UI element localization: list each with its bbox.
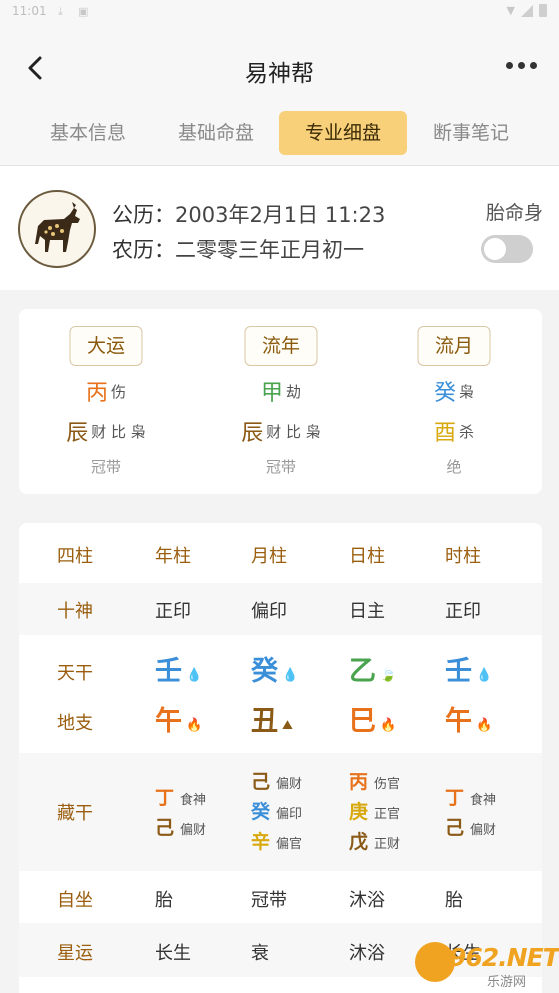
- stems-branches-block: 天干 壬 💧 癸 💧 乙 🍃 壬 💧 地支 午 🔥 丑 ⛰ 巳 🔥 午 🔥: [19, 635, 542, 753]
- stem-cell: 壬 💧: [445, 656, 493, 687]
- header-cell: 日柱: [349, 546, 385, 567]
- solar-date-row: 公历：2003年2月1日 11:23: [112, 199, 385, 229]
- water-drop-icon: 💧: [476, 668, 493, 683]
- row-label: 地支: [57, 713, 93, 734]
- luck-branch-gods: 财 比 枭: [91, 422, 146, 441]
- stem-cell: 癸 💧: [251, 656, 299, 687]
- watermark-brand: 962.NET: [449, 943, 559, 972]
- luck-stage: 冠带: [90, 458, 121, 476]
- lunar-label: 农历：: [112, 238, 175, 262]
- flame-icon: 🔥: [186, 718, 203, 733]
- luck-branch-gods: 财 比 枭: [266, 422, 321, 441]
- header-cell: 月柱: [251, 546, 287, 567]
- luck-stem-god: 枭: [459, 382, 475, 401]
- stem-cell: 壬 💧: [155, 656, 203, 687]
- four-pillars-table: 四柱 年柱 月柱 日柱 时柱 十神 正印 偏印 日主 正印 天干 壬 💧 癸 💧 乙…: [19, 523, 542, 993]
- branch-cell: 午 🔥: [445, 706, 493, 737]
- tab-bar: 基本信息 基础命盘 专业细盘 断事笔记: [24, 110, 544, 156]
- branch-cell: 丑 ⛰: [251, 706, 293, 737]
- branch-cell: 午 🔥: [155, 706, 203, 737]
- luck-stem-god: 伤: [111, 382, 127, 401]
- ten-god-cell: 正印: [445, 601, 481, 622]
- row-label: 自坐: [57, 890, 93, 911]
- wifi-icon: ▼: [506, 4, 515, 17]
- lunar-date-row: 农历：二零零三年正月初一: [112, 234, 364, 264]
- lunar-date: 二零零三年正月初一: [175, 238, 364, 262]
- luck-stem: 癸: [433, 381, 456, 406]
- ten-gods-row: 十神 正印 偏印 日主 正印: [19, 583, 542, 635]
- hidden-cell: 丁食神 己偏财: [155, 787, 207, 839]
- self-seat-cell: 冠带: [251, 890, 287, 911]
- battery-icon: [539, 4, 547, 17]
- download-icon: ⤓: [58, 5, 63, 18]
- status-time: 11:01: [12, 4, 47, 18]
- luck-branch: 酉: [433, 421, 456, 446]
- profile-card: 公历：2003年2月1日 11:23 农历：二零零三年正月初一 胎命身: [0, 166, 559, 290]
- solar-date: 2003年2月1日 11:23: [175, 203, 386, 227]
- row-label: 星运: [57, 943, 93, 964]
- water-drop-icon: 💧: [282, 668, 299, 683]
- ten-god-cell: 正印: [155, 601, 191, 622]
- app-header: 易神帮 基本信息 基础命盘 专业细盘 断事笔记: [0, 24, 559, 166]
- header-cell: 时柱: [445, 546, 481, 567]
- row-label: 天干: [57, 663, 93, 684]
- star-luck-cell: 长生: [155, 943, 191, 964]
- ten-god-cell: 偏印: [251, 601, 287, 622]
- flame-icon: 🔥: [476, 718, 493, 733]
- goat-icon: [18, 190, 96, 268]
- self-seat-cell: 胎: [155, 890, 173, 911]
- self-seat-cell: 胎: [445, 890, 463, 911]
- row-label: 十神: [57, 601, 93, 622]
- header-cell: 年柱: [155, 546, 191, 567]
- pillars-header-row: 四柱 年柱 月柱 日柱 时柱: [19, 523, 542, 583]
- decade-luck-button[interactable]: 大运: [69, 326, 143, 366]
- luck-stage: 绝: [446, 458, 462, 476]
- hidden-cell: 丙伤官 庚正官 戊正财: [349, 771, 401, 853]
- water-drop-icon: 💧: [186, 668, 203, 683]
- luck-panel: 大运 丙伤 辰财 比 枭 冠带 流年 甲劫 辰财 比 枭 冠带 流月 癸枭 酉杀…: [19, 309, 542, 494]
- tab-detailed-chart[interactable]: 专业细盘: [279, 111, 407, 155]
- luck-stem-god: 劫: [286, 382, 302, 401]
- mountain-icon: ⛰: [282, 718, 293, 733]
- month-luck-button[interactable]: 流月: [417, 326, 491, 366]
- header-cell: 四柱: [57, 546, 93, 567]
- stem-cell: 乙 🍃: [349, 656, 397, 687]
- luck-stage: 冠带: [265, 458, 296, 476]
- signal-icon: [521, 4, 533, 17]
- tab-basic-info[interactable]: 基本信息: [24, 111, 152, 155]
- status-bar: 11:01 ⤓ ▣ ▼: [0, 0, 559, 24]
- ten-god-cell: 日主: [349, 601, 385, 622]
- year-luck-button[interactable]: 流年: [244, 326, 318, 366]
- branch-cell: 巳 🔥: [349, 706, 397, 737]
- site-watermark: 962.NET 乐游网: [415, 940, 559, 990]
- tab-basic-chart[interactable]: 基础命盘: [152, 111, 280, 155]
- more-options-icon[interactable]: [506, 62, 537, 69]
- star-luck-cell: 衰: [251, 943, 269, 964]
- luck-branch-gods: 杀: [459, 422, 475, 441]
- luck-stem: 甲: [260, 381, 283, 406]
- solar-label: 公历：: [112, 203, 175, 227]
- luck-stem: 丙: [85, 381, 108, 406]
- hidden-cell: 己偏财 癸偏印 辛偏官: [251, 771, 303, 853]
- toggle-label: 胎命身: [485, 202, 543, 224]
- hidden-stems-row: 藏干 丁食神 己偏财 己偏财 癸偏印 辛偏官 丙伤官 庚正官 戊正财 丁食神 己…: [19, 753, 542, 871]
- leaf-icon: 🍃: [380, 668, 397, 683]
- page-title: 易神帮: [245, 61, 314, 87]
- notification-icon: ▣: [78, 5, 89, 18]
- tab-notes[interactable]: 断事笔记: [407, 111, 535, 155]
- mode-toggle-switch[interactable]: [481, 235, 533, 263]
- hidden-cell: 丁食神 己偏财: [445, 787, 497, 839]
- self-seat-row: 自坐 胎 冠带 沐浴 胎: [19, 871, 542, 923]
- luck-branch: 辰: [241, 421, 264, 446]
- self-seat-cell: 沐浴: [349, 890, 385, 911]
- luck-branch: 辰: [66, 421, 89, 446]
- flame-icon: 🔥: [380, 718, 397, 733]
- row-label: 藏干: [57, 803, 93, 824]
- watermark-sub: 乐游网: [487, 975, 527, 990]
